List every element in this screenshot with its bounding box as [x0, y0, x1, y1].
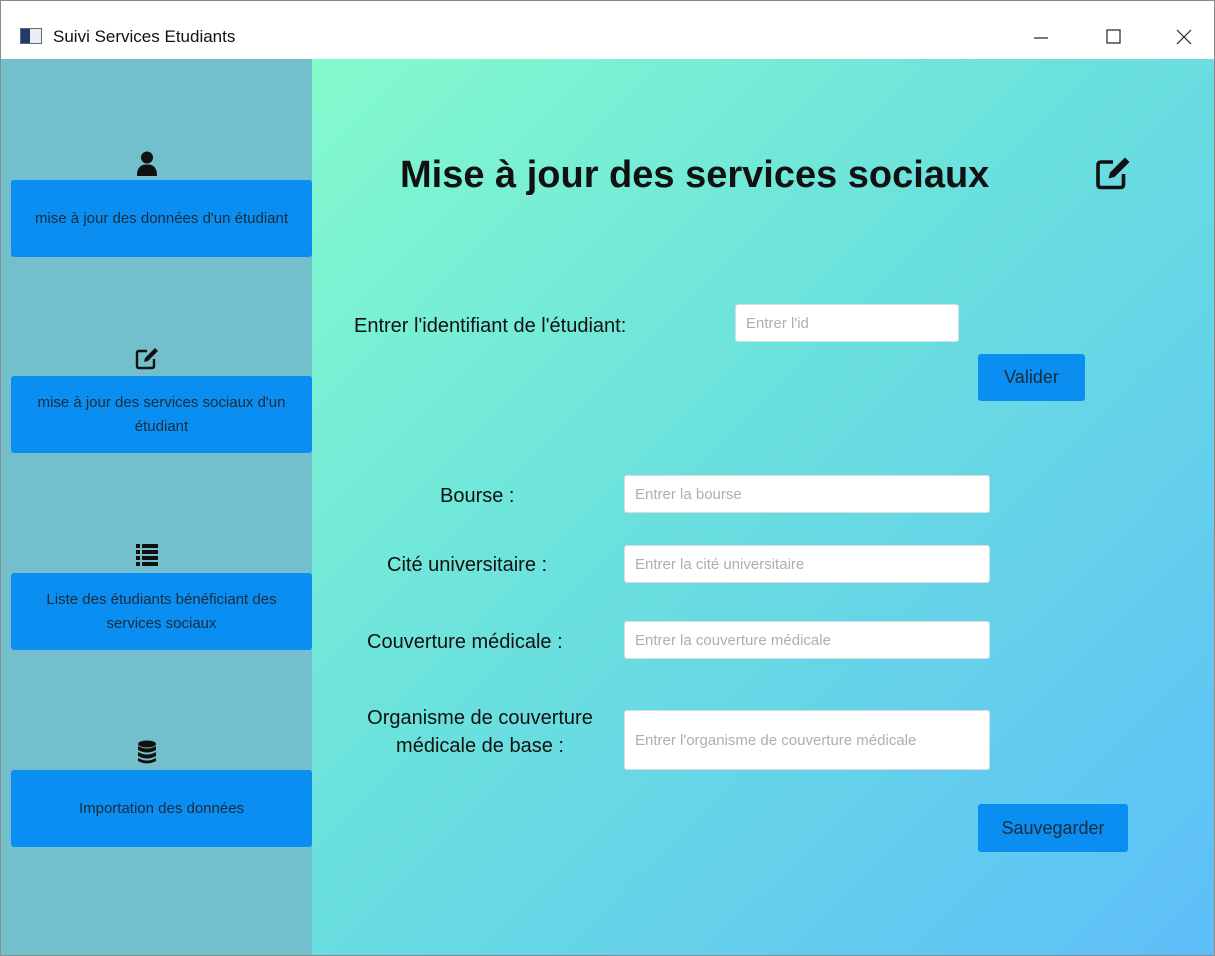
- sidebar-item-label: mise à jour des services sociaux d'un ét…: [37, 393, 286, 435]
- cite-universitaire-input[interactable]: [624, 545, 990, 583]
- app-icon: [20, 28, 42, 44]
- sidebar-item-label: mise à jour des données d'un étudiant: [34, 209, 289, 227]
- close-icon: [1176, 29, 1192, 45]
- organisme-couverture-input[interactable]: [624, 710, 990, 770]
- app-window: Suivi Services Etudiants mise à jour des…: [0, 0, 1215, 956]
- sidebar: mise à jour des données d'un étudiant mi…: [1, 59, 312, 955]
- edit-icon: [133, 346, 161, 372]
- couverture-medicale-label: Couverture médicale :: [367, 631, 563, 653]
- maximize-button[interactable]: [1100, 23, 1128, 51]
- couverture-medicale-input[interactable]: [624, 621, 990, 659]
- user-icon: [133, 151, 161, 177]
- sidebar-item-import-data[interactable]: Importation des données: [11, 770, 312, 847]
- main-panel: Mise à jour des services sociaux Entrer …: [312, 59, 1214, 955]
- sidebar-item-label: Importation des données: [78, 799, 245, 817]
- sidebar-item-student-data[interactable]: mise à jour des données d'un étudiant: [11, 180, 312, 257]
- database-icon: [133, 740, 161, 766]
- maximize-icon: [1106, 29, 1121, 44]
- bourse-input[interactable]: [624, 475, 990, 513]
- edit-icon: [1092, 154, 1134, 194]
- page-title: Mise à jour des services sociaux: [400, 154, 990, 196]
- title-bar[interactable]: Suivi Services Etudiants: [1, 1, 1214, 59]
- student-id-input[interactable]: [735, 304, 959, 342]
- bourse-label: Bourse :: [440, 485, 515, 507]
- validate-button[interactable]: Valider: [978, 354, 1085, 401]
- close-button[interactable]: [1170, 23, 1198, 51]
- student-id-label: Entrer l'identifiant de l'étudiant:: [354, 315, 627, 337]
- minimize-button[interactable]: [1027, 23, 1055, 51]
- sidebar-item-label: Liste des étudiants bénéficiant des serv…: [46, 590, 277, 632]
- window-title: Suivi Services Etudiants: [53, 27, 236, 46]
- minimize-icon: [1034, 37, 1048, 39]
- organisme-couverture-label: Organisme de couverture médicale de base…: [367, 707, 593, 757]
- cite-universitaire-label: Cité universitaire :: [387, 554, 548, 576]
- save-button[interactable]: Sauvegarder: [978, 804, 1128, 852]
- sidebar-item-beneficiaries-list[interactable]: Liste des étudiants bénéficiant des serv…: [11, 573, 312, 650]
- list-icon: [133, 541, 161, 567]
- sidebar-item-social-services[interactable]: mise à jour des services sociaux d'un ét…: [11, 376, 312, 453]
